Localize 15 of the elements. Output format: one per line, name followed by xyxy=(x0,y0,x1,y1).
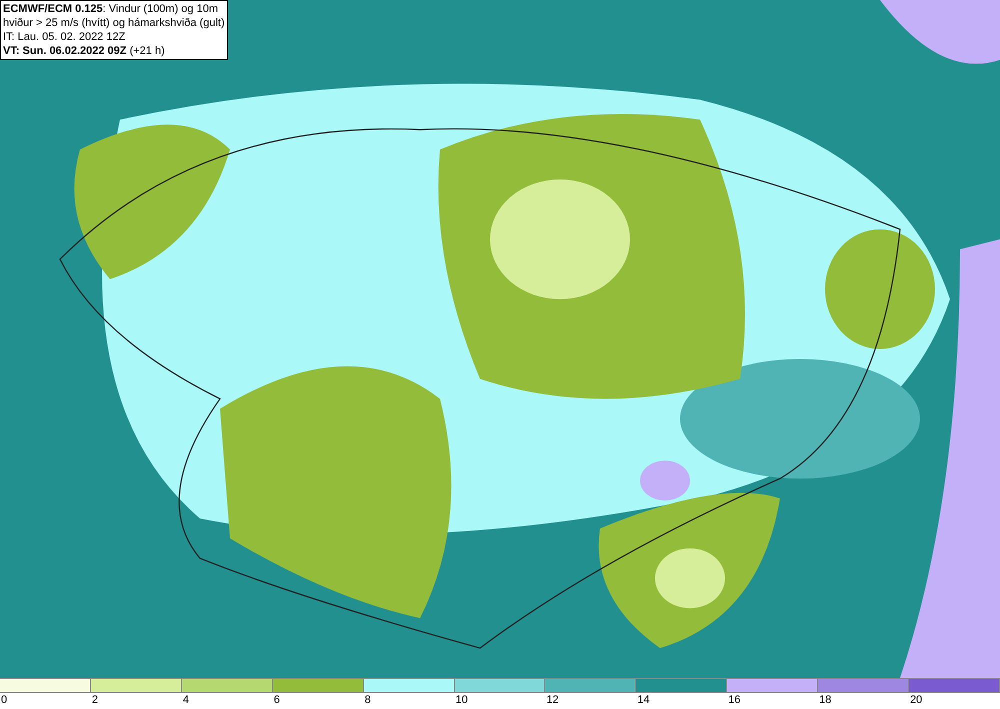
legend-label: 20 xyxy=(909,693,922,707)
legend-label: 12 xyxy=(545,693,559,707)
info-text: IT: Lau. 05. 02. 2022 12Z xyxy=(3,30,126,44)
legend-label: 2 xyxy=(90,693,98,707)
info-text: ECMWF/ECM 0.125: Vindur (100m) og 10m xyxy=(3,2,219,16)
info-text: hviður > 25 m/s (hvítt) og hámarkshviða (gult) xyxy=(3,16,225,30)
legend-label: 10 xyxy=(454,693,468,707)
legend-label: 8 xyxy=(364,693,371,707)
legend-label: 18 xyxy=(818,693,832,707)
info-text: VT: Sun. 06.02.2022 09Z (+21 h) xyxy=(3,44,166,58)
legend-label: 16 xyxy=(727,693,740,707)
legend-label: 14 xyxy=(636,693,650,707)
legend-label: 6 xyxy=(272,693,280,707)
legend-label: 0 xyxy=(0,693,8,707)
legend-label: 4 xyxy=(182,693,189,707)
